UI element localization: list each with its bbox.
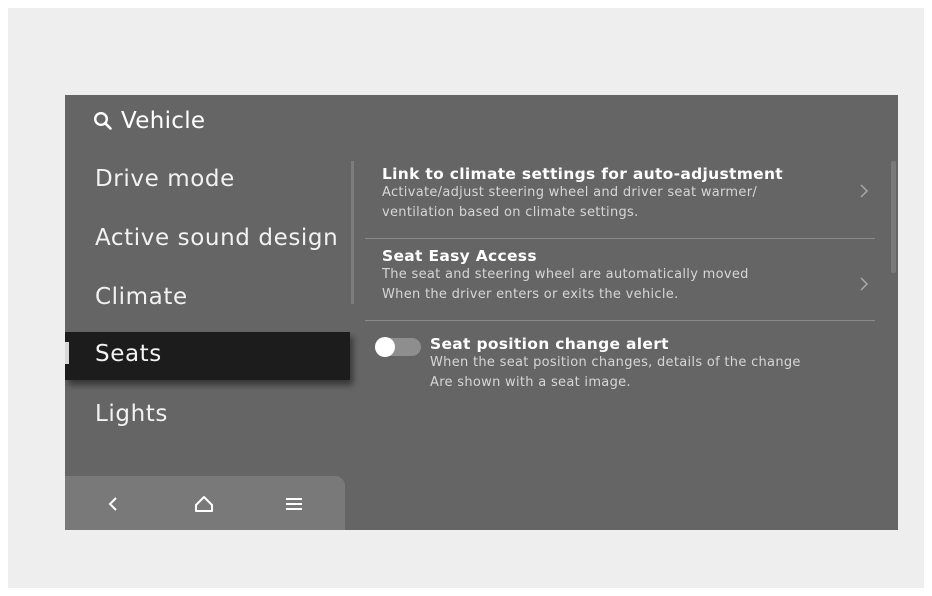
search-icon[interactable] xyxy=(93,111,113,131)
divider xyxy=(365,238,875,239)
setting-seat-position-alert: Seat position change alert When the seat… xyxy=(365,335,875,393)
setting-seat-easy-access[interactable]: Seat Easy Access The seat and steering w… xyxy=(365,247,875,305)
chevron-left-icon xyxy=(108,497,117,511)
page-frame: Vehicle Drive mode Active sound design C… xyxy=(8,8,924,588)
setting-desc-line: Are shown with a seat image. xyxy=(430,375,631,390)
sidebar-item-lights[interactable]: Lights xyxy=(95,401,168,427)
vehicle-settings-screen: Vehicle Drive mode Active sound design C… xyxy=(65,95,898,530)
setting-desc-line: When the driver enters or exits the vehi… xyxy=(382,287,679,302)
seat-position-alert-toggle[interactable] xyxy=(375,337,421,357)
sidebar-item-climate[interactable]: Climate xyxy=(95,284,188,310)
sidebar-item-active-sound-design[interactable]: Active sound design xyxy=(95,225,338,251)
sidebar-item-label: Seats xyxy=(95,341,162,367)
divider xyxy=(365,320,875,321)
setting-title: Link to climate settings for auto-adjust… xyxy=(382,165,784,183)
sidebar-scrollbar[interactable] xyxy=(351,161,354,304)
menu-icon xyxy=(286,498,302,510)
sidebar: Vehicle Drive mode Active sound design C… xyxy=(65,95,355,530)
sidebar-item-drive-mode[interactable]: Drive mode xyxy=(95,166,235,192)
sidebar-item-label: Active sound design xyxy=(95,225,339,251)
sidebar-item-seats[interactable]: Seats xyxy=(65,332,350,380)
header-title: Vehicle xyxy=(121,108,206,134)
home-icon xyxy=(195,496,213,512)
menu-button[interactable] xyxy=(280,490,308,518)
setting-title: Seat Easy Access xyxy=(382,247,537,265)
bottom-nav-bar xyxy=(65,476,345,530)
home-button[interactable] xyxy=(190,490,218,518)
sidebar-item-label: Lights xyxy=(95,401,168,427)
sidebar-item-label: Drive mode xyxy=(95,166,235,192)
content-scrollbar[interactable] xyxy=(891,161,896,273)
setting-desc-line: When the seat position changes, details … xyxy=(430,355,801,370)
sidebar-item-label: Climate xyxy=(95,284,188,310)
header: Vehicle xyxy=(93,108,205,134)
setting-title: Seat position change alert xyxy=(430,335,669,353)
setting-desc-line: ventilation based on climate settings. xyxy=(382,205,639,220)
setting-desc-line: The seat and steering wheel are automati… xyxy=(382,267,749,282)
setting-link-climate[interactable]: Link to climate settings for auto-adjust… xyxy=(365,165,875,223)
settings-panel: Link to climate settings for auto-adjust… xyxy=(365,95,898,530)
chevron-right-icon xyxy=(859,275,869,297)
selected-indicator xyxy=(65,342,69,364)
chevron-right-icon xyxy=(859,182,869,204)
back-button[interactable] xyxy=(99,490,127,518)
toggle-knob xyxy=(375,337,395,357)
setting-desc-line: Activate/adjust steering wheel and drive… xyxy=(382,185,758,200)
